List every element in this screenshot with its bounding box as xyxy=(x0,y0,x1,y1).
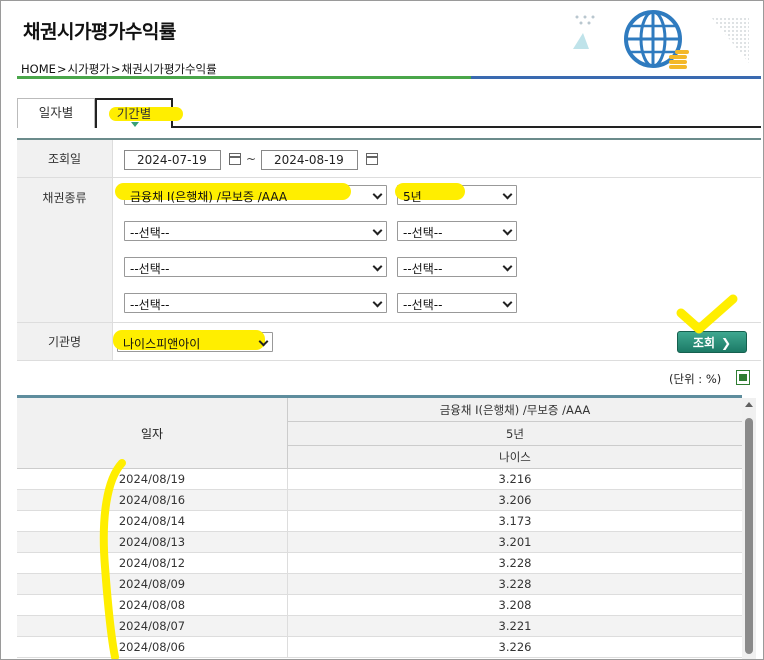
org-label: 기관명 xyxy=(17,323,113,360)
table-row: 2024/08/16 3.206 xyxy=(17,490,742,511)
chevron-down-icon xyxy=(372,189,383,200)
calendar-icon[interactable] xyxy=(366,153,378,165)
date-from-input[interactable]: 2024-07-19 xyxy=(124,150,221,170)
decorative-triangle-icon xyxy=(711,17,749,63)
scroll-up-icon[interactable] xyxy=(745,402,753,407)
table-row: 2024/08/19 3.216 xyxy=(17,469,742,490)
chevron-down-icon xyxy=(502,297,513,308)
bond-type-select-4[interactable]: --선택-- xyxy=(124,293,387,313)
query-button[interactable]: 조회 ❯ xyxy=(677,331,747,353)
globe-icon xyxy=(624,10,689,69)
row-value: 3.173 xyxy=(498,514,532,528)
chevron-down-icon xyxy=(502,225,513,236)
row-date: 2024/08/14 xyxy=(17,511,288,532)
table-body: 2024/08/19 3.216 2024/08/16 3.206 2024/08/14… xyxy=(17,469,742,658)
row-value: 3.226 xyxy=(498,640,532,654)
bond-type-select-3[interactable]: --선택-- xyxy=(124,257,387,277)
search-form: 조회일 2024-07-19 ~ 2024-08-19 채권종류 금융채 I(은… xyxy=(17,138,761,361)
term-select-3-value: --선택-- xyxy=(403,262,443,276)
bond-type-select-2[interactable]: --선택-- xyxy=(124,221,387,241)
table-row: 2024/08/07 3.221 xyxy=(17,616,742,637)
page-title: 채권시가평가수익률 xyxy=(23,21,176,43)
row-date: 2024/08/19 xyxy=(17,469,288,490)
breadcrumb-home[interactable]: HOME xyxy=(21,62,56,76)
row-date: 2024/08/13 xyxy=(17,532,288,553)
scroll-thumb[interactable] xyxy=(745,418,753,654)
table-header: 일자 금융채 I(은행채) /무보증 /AAA 5년 나이스 xyxy=(17,398,742,469)
row-date: 2024/08/12 xyxy=(17,553,288,574)
results-table: 일자 금융채 I(은행채) /무보증 /AAA 5년 나이스 2024/08/1… xyxy=(17,395,742,658)
decorative-dots-icon xyxy=(573,15,595,49)
row-value: 3.216 xyxy=(498,472,532,486)
table-row: 2024/08/14 3.173 xyxy=(17,511,742,532)
chevron-down-icon xyxy=(502,189,513,200)
tab-period-label: 기간별 xyxy=(116,106,152,121)
chevron-down-icon xyxy=(372,225,383,236)
row-date: 2024/08/09 xyxy=(17,574,288,595)
breadcrumb: HOME>시가평가>채권시가평가수익률 xyxy=(21,61,218,77)
breadcrumb-sep: > xyxy=(110,62,121,76)
org-row: 기관명 나이스피앤아이 조회 ❯ xyxy=(17,323,761,361)
table-row: 2024/08/08 3.208 xyxy=(17,595,742,616)
excel-download-icon[interactable] xyxy=(736,370,750,385)
chevron-right-icon: ❯ xyxy=(721,336,732,350)
table-row: 2024/08/13 3.201 xyxy=(17,532,742,553)
breadcrumb-sep: > xyxy=(56,62,67,76)
row-value: 3.201 xyxy=(498,535,532,549)
row-date: 2024/08/07 xyxy=(17,616,288,637)
table-row: 2024/08/12 3.228 xyxy=(17,553,742,574)
term-select-1-value: 5년 xyxy=(403,190,422,204)
calendar-icon[interactable] xyxy=(229,153,241,165)
date-label: 조회일 xyxy=(17,140,113,177)
page-frame: 채권시가평가수익률 HOME>시가평가>채권시가평가수익률 일자별 기간별 조회… xyxy=(0,0,764,660)
table-row: 2024/08/09 3.228 xyxy=(17,574,742,595)
row-value: 3.228 xyxy=(498,556,532,570)
date-to-input[interactable]: 2024-08-19 xyxy=(261,150,358,170)
org-select-value: 나이스피앤아이 xyxy=(123,337,201,351)
vertical-scrollbar[interactable] xyxy=(742,398,756,659)
row-date: 2024/08/08 xyxy=(17,595,288,616)
term-select-3[interactable]: --선택-- xyxy=(397,257,517,277)
bond-type-header: 금융채 I(은행채) /무보증 /AAA xyxy=(288,398,742,422)
bond-type-select-4-value: --선택-- xyxy=(130,298,170,312)
query-button-label: 조회 xyxy=(692,336,716,350)
row-value: 3.228 xyxy=(498,577,532,591)
chevron-down-icon xyxy=(502,261,513,272)
row-date: 2024/08/06 xyxy=(17,637,288,658)
tab-daily-label: 일자별 xyxy=(38,105,74,120)
unit-label: (단위 : %) xyxy=(669,372,722,386)
chevron-down-icon xyxy=(372,297,383,308)
term-select-2-value: --선택-- xyxy=(403,226,443,240)
chevron-down-icon xyxy=(372,261,383,272)
breadcrumb-current: 채권시가평가수익률 xyxy=(121,62,217,76)
tab-bar: 일자별 기간별 xyxy=(17,98,761,128)
term-select-2[interactable]: --선택-- xyxy=(397,221,517,241)
header-divider xyxy=(17,76,761,79)
term-select-4[interactable]: --선택-- xyxy=(397,293,517,313)
term-select-4-value: --선택-- xyxy=(403,298,443,312)
bond-type-select-2-value: --선택-- xyxy=(130,226,170,240)
table-row: 2024/08/06 3.226 xyxy=(17,637,742,658)
date-row: 조회일 2024-07-19 ~ 2024-08-19 xyxy=(17,140,761,178)
tab-period[interactable]: 기간별 xyxy=(95,98,183,128)
row-value: 3.221 xyxy=(498,619,532,633)
active-tab-caret-icon xyxy=(131,122,139,127)
bond-type-label: 채권종류 xyxy=(17,178,113,322)
breadcrumb-market-valuation[interactable]: 시가평가 xyxy=(68,62,110,76)
row-date: 2024/08/16 xyxy=(17,490,288,511)
bond-type-select-3-value: --선택-- xyxy=(130,262,170,276)
row-value: 3.208 xyxy=(498,598,532,612)
org-header: 나이스 xyxy=(288,446,742,469)
date-separator: ~ xyxy=(246,152,257,166)
bond-type-select-1-value: 금융채 I(은행채) /무보증 /AAA xyxy=(130,190,288,204)
term-header: 5년 xyxy=(288,422,742,446)
row-value: 3.206 xyxy=(498,493,532,507)
tab-daily[interactable]: 일자별 xyxy=(17,98,95,128)
date-column-header: 일자 xyxy=(17,398,288,469)
bond-type-row: 채권종류 금융채 I(은행채) /무보증 /AAA 5년 --선택-- --선택… xyxy=(17,178,761,323)
